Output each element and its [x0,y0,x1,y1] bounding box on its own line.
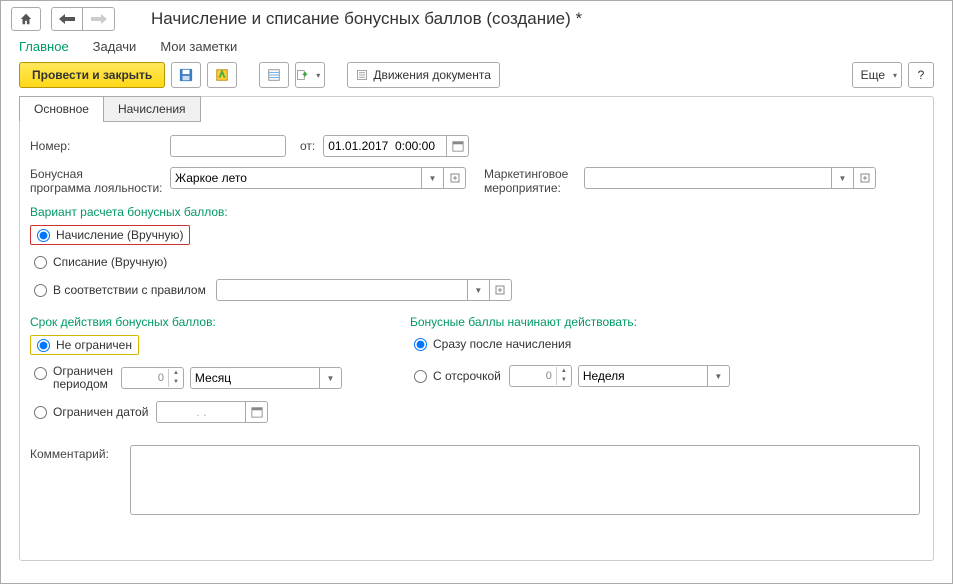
nav-forward-button[interactable] [83,7,115,31]
nav-tab-main[interactable]: Главное [19,39,69,54]
tab-accruals[interactable]: Начисления [103,96,201,122]
bonus-program-label: Бонуснаяпрограмма лояльности: [30,167,170,195]
bonus-program-open[interactable] [444,167,466,189]
period-unit-dropdown[interactable]: ▼ [320,367,342,389]
more-button[interactable]: Еще [852,62,902,88]
window-title: Начисление и списание бонусных баллов (с… [151,9,582,29]
radio-by-rule[interactable]: В соответствии с правилом [34,283,206,297]
number-label: Номер: [30,139,170,153]
radio-writeoff-manual[interactable]: Списание (Вручную) [30,253,923,271]
radio-limited-date[interactable]: Ограничен датой [34,405,148,419]
comment-input[interactable] [130,445,920,515]
list-button[interactable] [259,62,289,88]
limited-date-input[interactable] [156,401,246,423]
validity-header: Срок действия бонусных баллов: [30,315,370,329]
period-unit-select[interactable] [190,367,320,389]
radio-unlimited[interactable]: Не ограничен [37,338,132,352]
period-value-input[interactable]: 0 ▲▼ [121,367,184,389]
delay-unit-dropdown[interactable]: ▼ [708,365,730,387]
post-and-close-button[interactable]: Провести и закрыть [19,62,165,88]
bonus-program-dropdown[interactable]: ▼ [422,167,444,189]
radio-limited-period[interactable]: Ограниченпериодом [34,365,113,391]
nav-back-button[interactable] [51,7,83,31]
marketing-event-dropdown[interactable]: ▼ [832,167,854,189]
radio-accrual-manual[interactable]: Начисление (Вручную) [37,228,183,242]
nav-tab-tasks[interactable]: Задачи [93,39,137,54]
rule-input[interactable] [216,279,468,301]
period-up[interactable]: ▲ [169,369,183,378]
tab-main[interactable]: Основное [19,96,104,122]
delay-up[interactable]: ▲ [557,367,571,376]
home-button[interactable] [11,7,41,31]
create-based-button[interactable] [295,62,325,88]
comment-label: Комментарий: [30,445,130,461]
date-label: от: [300,139,315,153]
marketing-event-label: Маркетинговоемероприятие: [484,167,584,195]
period-down[interactable]: ▼ [169,378,183,387]
limited-date-picker[interactable] [246,401,268,423]
marketing-event-open[interactable] [854,167,876,189]
date-input[interactable] [323,135,447,157]
nav-tab-notes[interactable]: Мои заметки [160,39,237,54]
marketing-event-input[interactable] [584,167,832,189]
radio-immediate[interactable]: Сразу после начисления [410,335,734,353]
help-button[interactable]: ? [908,62,934,88]
delay-down[interactable]: ▼ [557,376,571,385]
delay-unit-select[interactable] [578,365,708,387]
delay-value-input[interactable]: 0 ▲▼ [509,365,572,387]
calc-variant-header: Вариант расчета бонусных баллов: [30,205,923,219]
radio-delayed[interactable]: С отсрочкой [414,369,501,383]
bonus-program-input[interactable] [170,167,422,189]
post-button[interactable] [207,62,237,88]
document-movements-button[interactable]: Движения документа [347,62,500,88]
save-button[interactable] [171,62,201,88]
start-effect-header: Бонусные баллы начинают действовать: [410,315,734,329]
number-input[interactable] [170,135,286,157]
rule-open[interactable] [490,279,512,301]
date-picker-button[interactable] [447,135,469,157]
rule-dropdown[interactable]: ▼ [468,279,490,301]
